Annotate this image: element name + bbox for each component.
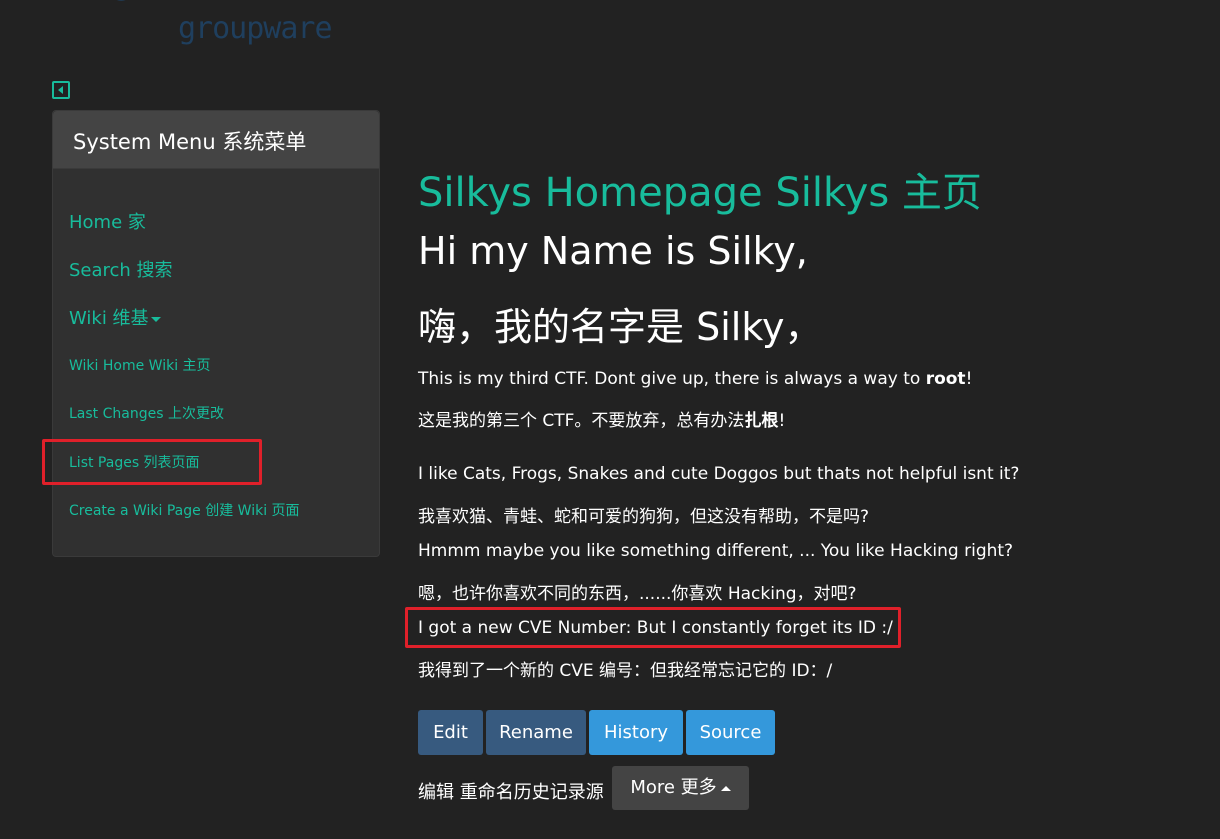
caret-down-icon bbox=[150, 316, 161, 322]
sidebar-item-wiki-label: Wiki 维基 bbox=[69, 308, 149, 329]
logo-shield-icon bbox=[117, 0, 126, 1]
heading-line-2: 嗨，我的名字是 Silky， bbox=[418, 305, 823, 349]
intro-text-post: ! bbox=[965, 369, 973, 389]
highlight-box-cve-line bbox=[405, 607, 901, 648]
rename-button[interactable]: Rename bbox=[486, 710, 586, 755]
history-button[interactable]: History bbox=[589, 710, 683, 755]
edit-button[interactable]: Edit bbox=[418, 710, 483, 755]
more-button-label: More 更多 bbox=[630, 777, 717, 798]
sidebar-item-search-label: Search 搜索 bbox=[69, 260, 173, 281]
caret-up-icon bbox=[720, 785, 731, 791]
intro-text: This is my third CTF. Dont give up, ther… bbox=[418, 369, 972, 389]
page: cms groupware System Menu 系统菜单 Home 家 Se… bbox=[0, 0, 1220, 839]
page-title: Silkys Homepage Silkys 主页 bbox=[418, 170, 982, 216]
sidebar-item-home-label: Home 家 bbox=[69, 212, 146, 233]
paragraph-2-cn: 嗯，也许你喜欢不同的东西，......你喜欢 Hacking，对吧? bbox=[418, 584, 857, 604]
intro-text-pre: This is my third CTF. Dont give up, ther… bbox=[418, 369, 926, 389]
highlight-box-list-pages bbox=[42, 439, 262, 485]
sidebar-item-wiki[interactable]: Wiki 维基 bbox=[69, 304, 161, 330]
more-button[interactable]: More 更多 bbox=[612, 766, 749, 810]
heading-line-1: Hi my Name is Silky, bbox=[418, 229, 808, 273]
intro-text-cn-post: ! bbox=[778, 411, 786, 431]
logo-line2: groupware bbox=[178, 11, 333, 46]
sidebar-item-last-changes[interactable]: Last Changes 上次更改 bbox=[69, 403, 224, 423]
system-menu-panel: System Menu 系统菜单 Home 家 Search 搜索 Wiki 维… bbox=[52, 110, 380, 557]
intro-text-cn: 这是我的第三个 CTF。不要放弃，总有办法扎根! bbox=[418, 406, 785, 431]
sidebar-item-create-wiki-page[interactable]: Create a Wiki Page 创建 Wiki 页面 bbox=[69, 500, 300, 520]
sidebar-item-wiki-home-label: Wiki Home Wiki 主页 bbox=[69, 358, 211, 374]
sidebar-item-last-changes-label: Last Changes 上次更改 bbox=[69, 406, 224, 422]
paragraph-2: Hmmm maybe you like something different,… bbox=[418, 541, 1014, 561]
intro-text-cn-pre: 这是我的第三个 CTF。不要放弃，总有办法 bbox=[418, 411, 745, 431]
sidebar-item-create-wiki-page-label: Create a Wiki Page 创建 Wiki 页面 bbox=[69, 503, 300, 519]
paragraph-1-cn: 我喜欢猫、青蛙、蛇和可爱的狗狗，但这没有帮助，不是吗? bbox=[418, 507, 870, 527]
intro-text-cn-bold: 扎根 bbox=[744, 411, 779, 431]
sidebar-item-wiki-home[interactable]: Wiki Home Wiki 主页 bbox=[69, 355, 211, 375]
sidebar-toggle-button[interactable] bbox=[52, 81, 70, 99]
logo-text: cms groupware bbox=[178, 0, 333, 46]
system-menu-title: System Menu 系统菜单 bbox=[53, 111, 379, 169]
buttons-cn-labels: 编辑 重命名历史记录源 bbox=[418, 782, 604, 803]
sidebar-item-home[interactable]: Home 家 bbox=[69, 208, 146, 234]
paragraph-1: I like Cats, Frogs, Snakes and cute Dogg… bbox=[418, 464, 1020, 484]
source-button[interactable]: Source bbox=[686, 710, 775, 755]
paragraph-3-cn: 我得到了一个新的 CVE 编号：但我经常忘记它的 ID：/ bbox=[418, 661, 833, 681]
collapse-left-icon bbox=[58, 86, 63, 94]
intro-text-bold: root bbox=[925, 369, 966, 389]
sidebar-item-search[interactable]: Search 搜索 bbox=[69, 256, 173, 282]
